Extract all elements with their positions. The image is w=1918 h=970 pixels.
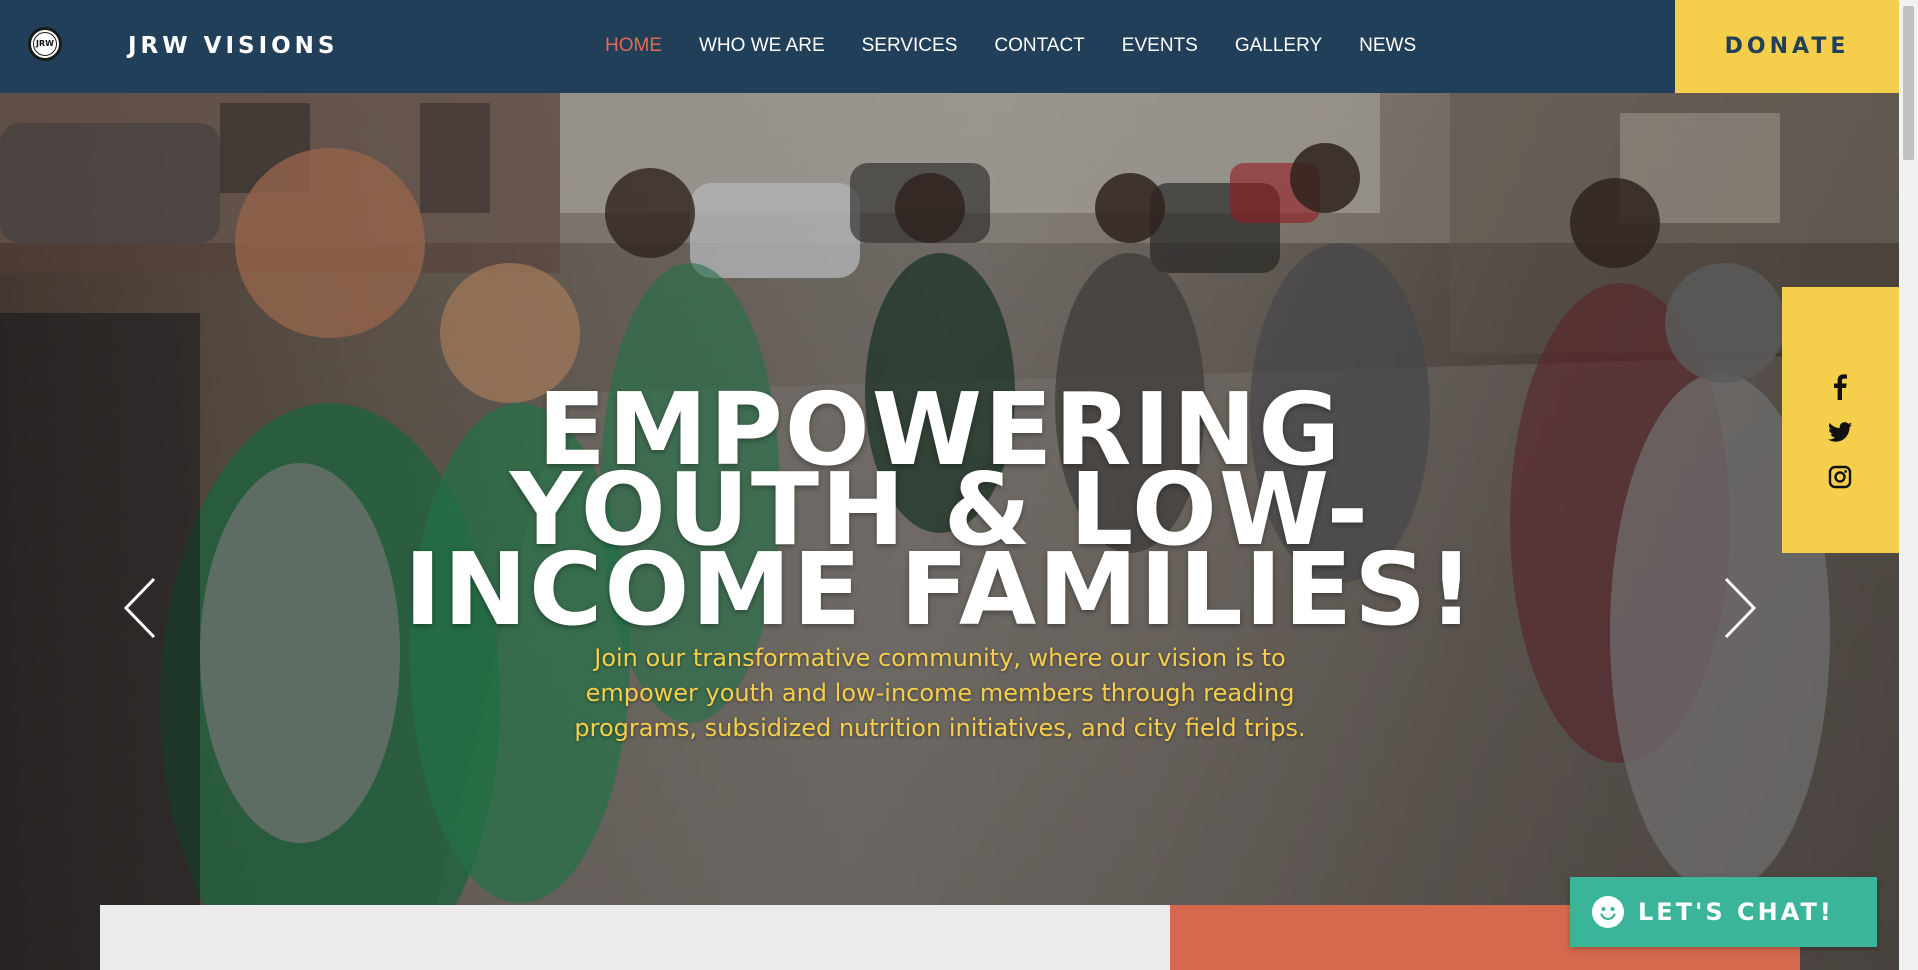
main-nav: HOME WHO WE ARE SERVICES CONTACT EVENTS … [605,33,1453,59]
nav-contact[interactable]: CONTACT [994,33,1084,59]
nav-gallery[interactable]: GALLERY [1235,33,1322,59]
instagram-icon[interactable] [1826,463,1854,491]
smiley-icon [1592,896,1624,928]
nav-news[interactable]: NEWS [1359,33,1416,59]
page-scrollbar[interactable] [1899,0,1918,970]
hero-headline: EMPOWERING YOUTH & LOW- INCOME FAMILIES! [340,380,1540,648]
donate-button[interactable]: DONATE [1675,0,1899,93]
hero-subtext: Join our transformative community, where… [574,644,1306,742]
chat-button[interactable]: LET'S CHAT! [1570,877,1877,947]
scrollbar-thumb[interactable] [1903,6,1914,160]
hero-slideshow: EMPOWERING YOUTH & LOW- INCOME FAMILIES!… [0,93,1899,970]
nav-who-we-are[interactable]: WHO WE ARE [699,33,825,59]
twitter-icon[interactable] [1826,418,1854,446]
chat-label: LET'S CHAT! [1638,898,1834,926]
logo-text: JRW [33,32,57,56]
nav-home[interactable]: HOME [605,33,662,59]
chevron-left-icon[interactable] [120,575,160,641]
facebook-icon[interactable] [1826,373,1854,401]
chevron-right-icon[interactable] [1720,575,1760,641]
social-bar [1782,287,1899,553]
nav-events[interactable]: EVENTS [1122,33,1198,59]
nav-services[interactable]: SERVICES [862,33,958,59]
content-panel-left [100,905,1170,970]
headline-line: INCOME FAMILIES! [404,531,1476,648]
site-header: JRW JRW VISIONS HOME WHO WE ARE SERVICES… [0,0,1918,93]
logo[interactable]: JRW [28,27,62,61]
brand-name[interactable]: JRW VISIONS [128,33,339,59]
